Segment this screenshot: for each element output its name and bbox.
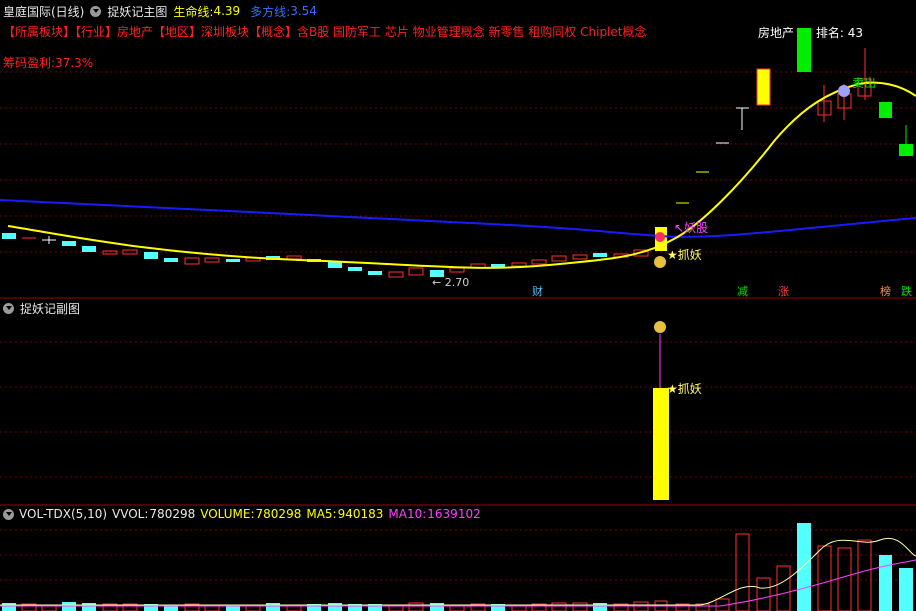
ma10-label: MA10:	[388, 507, 427, 521]
event-marker-cai[interactable]: 财	[530, 285, 545, 298]
sell-label: 卖出	[852, 76, 877, 90]
ma10-value: 1639102	[427, 507, 481, 521]
volume-pane-header: VOL-TDX(5,10) VVOL: 780298 VOLUME: 78029…	[0, 505, 481, 523]
event-marker-zhang[interactable]: 涨	[776, 285, 791, 298]
multi-line	[0, 199, 916, 238]
sub-zhua-yao-text: 抓妖	[677, 382, 702, 396]
low-price-label: ← 2.70	[432, 276, 470, 289]
yao-gu-text: 妖股	[684, 221, 709, 235]
volume-label: VOLUME:	[200, 507, 255, 521]
event-marker-die[interactable]: 跌	[899, 285, 914, 298]
yao-gu-label: ↖妖股	[674, 221, 709, 235]
money-bag-icon	[654, 321, 666, 333]
sub-indicator-menu-icon[interactable]	[3, 302, 14, 314]
ma5-value: 940183	[337, 507, 384, 521]
low-price-value: 2.70	[444, 276, 470, 289]
zhua-yao-label: ★抓妖	[667, 248, 702, 262]
volume-indicator-name[interactable]: VOL-TDX(5,10)	[19, 507, 107, 521]
ma10-line	[0, 559, 916, 607]
ma5-label: MA5:	[306, 507, 337, 521]
event-marker-bang[interactable]: 榜	[878, 285, 893, 298]
zhua-yao-text: 抓妖	[677, 248, 702, 262]
volume-menu-icon[interactable]	[3, 508, 14, 520]
volume-bars	[2, 523, 913, 611]
candlesticks	[2, 28, 913, 278]
vvol-value: 780298	[149, 507, 196, 521]
sub-indicator-name[interactable]: 捉妖记副图	[20, 300, 80, 317]
life-line	[7, 81, 916, 269]
sub-pane-header: 捉妖记副图	[0, 299, 80, 317]
main-grid	[0, 71, 916, 581]
volume-value: 780298	[255, 507, 302, 521]
vvol-label: VVOL:	[112, 507, 149, 521]
sub-zhua-yao-label: ★抓妖	[667, 382, 702, 396]
event-marker-jian[interactable]: 减	[735, 285, 750, 298]
zhua-yao-bar	[653, 388, 669, 500]
